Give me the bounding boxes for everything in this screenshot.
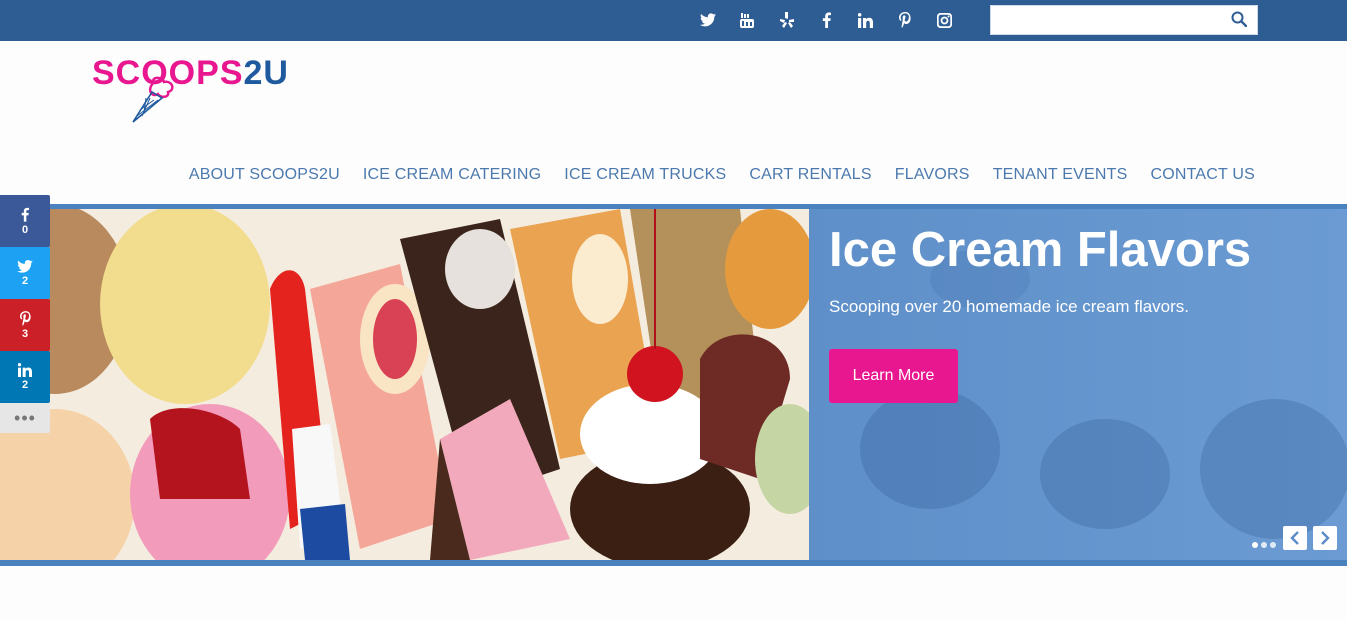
slider-dot[interactable] <box>1270 542 1276 548</box>
hero-subtitle: Scooping over 20 homemade ice cream flav… <box>829 297 1190 316</box>
slider-dots <box>1252 542 1276 548</box>
logo-text-2u: 2U <box>243 54 289 92</box>
learn-more-button[interactable]: Learn More <box>829 349 958 403</box>
logo-text-ps: PS <box>196 54 244 92</box>
twitter-icon <box>17 259 33 273</box>
youtube-icon[interactable] <box>728 9 768 31</box>
nav-tenant-events[interactable]: TENANT EVENTS <box>993 166 1128 184</box>
nav-contact-us[interactable]: CONTACT US <box>1150 166 1255 184</box>
search-input[interactable] <box>991 6 1221 34</box>
nav-ice-cream-catering[interactable]: ICE CREAM CATERING <box>363 166 541 184</box>
share-sidebar: 0 2 3 2 ••• <box>0 195 50 433</box>
facebook-share-count: 0 <box>21 223 29 236</box>
hero-title: Ice Cream Flavors <box>829 223 1252 277</box>
chevron-left-icon <box>1290 531 1299 545</box>
share-linkedin-button[interactable]: 2 <box>0 351 50 403</box>
pinterest-icon <box>19 310 31 326</box>
facebook-icon[interactable] <box>807 9 847 31</box>
slider-dot[interactable] <box>1252 542 1258 548</box>
social-links <box>688 9 965 31</box>
site-logo[interactable]: SCOOPS2U <box>92 54 322 126</box>
nav-ice-cream-trucks[interactable]: ICE CREAM TRUCKS <box>564 166 726 184</box>
nav-cart-rentals[interactable]: CART RENTALS <box>749 166 871 184</box>
main-nav: ABOUT SCOOPS2U ICE CREAM CATERING ICE CR… <box>189 166 1255 184</box>
yelp-icon[interactable] <box>767 9 807 31</box>
share-pinterest-button[interactable]: 3 <box>0 299 50 351</box>
share-more-button[interactable]: ••• <box>0 403 50 433</box>
facebook-icon <box>21 207 29 222</box>
slider-dot[interactable] <box>1261 542 1267 548</box>
top-bar <box>0 0 1347 41</box>
pinterest-icon[interactable] <box>886 9 926 31</box>
linkedin-icon[interactable] <box>846 9 886 31</box>
pinterest-share-count: 3 <box>21 327 29 340</box>
logo-wordmark: SCOOPS2U <box>92 54 289 93</box>
slider-prev-button[interactable] <box>1283 526 1307 550</box>
linkedin-share-count: 2 <box>21 379 29 391</box>
share-twitter-button[interactable]: 2 <box>0 247 50 299</box>
slider-next-button[interactable] <box>1313 526 1337 550</box>
ice-cream-collage-image <box>0 209 809 560</box>
twitter-share-count: 2 <box>21 274 29 287</box>
instagram-icon[interactable] <box>925 9 965 31</box>
share-facebook-button[interactable]: 0 <box>0 195 50 247</box>
nav-flavors[interactable]: FLAVORS <box>895 166 970 184</box>
chevron-right-icon <box>1321 531 1330 545</box>
search-icon[interactable] <box>1231 11 1249 29</box>
twitter-icon[interactable] <box>688 9 728 31</box>
linkedin-icon <box>18 363 32 377</box>
ice-cream-cone-icon <box>132 76 174 123</box>
nav-about[interactable]: ABOUT SCOOPS2U <box>189 166 340 184</box>
hero-slider: Ice Cream Flavors Scooping over 20 homem… <box>0 204 1347 566</box>
search-box <box>990 5 1258 35</box>
